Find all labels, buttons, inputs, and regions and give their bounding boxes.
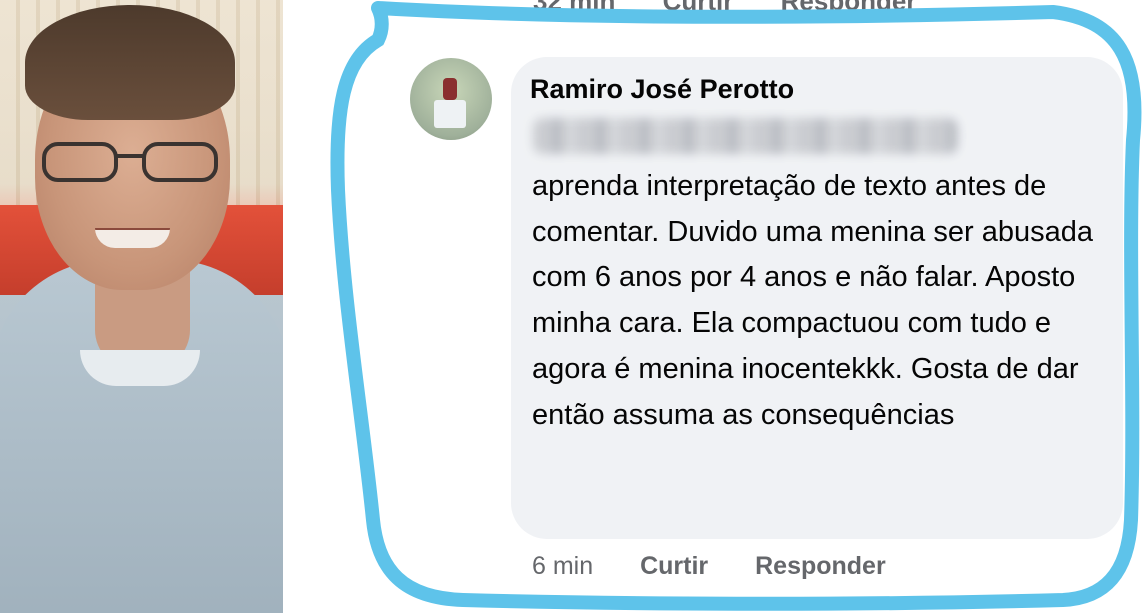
photo-collar [80, 350, 200, 386]
comment-text: aprenda interpretação de texto antes de … [532, 170, 1093, 431]
previous-comment-time: 32 min [533, 0, 616, 16]
comment-time[interactable]: 6 min [532, 552, 593, 580]
comment-author[interactable]: Ramiro José Perotto [530, 74, 794, 105]
like-button[interactable]: Curtir [640, 552, 708, 580]
previous-like-button[interactable]: Curtir [663, 0, 734, 16]
avatar-figure [443, 78, 457, 100]
photo-smile [95, 228, 170, 248]
previous-reply-button[interactable]: Responder [781, 0, 917, 16]
profile-photo [0, 0, 283, 613]
previous-comment-actions: 32 min Curtir Responder [533, 0, 956, 17]
reply-button[interactable]: Responder [755, 552, 886, 580]
avatar[interactable] [410, 58, 492, 140]
glasses-icon [42, 142, 218, 182]
avatar-base [434, 100, 466, 128]
blurred-text [533, 118, 958, 154]
comment-actions: 6 min Curtir Responder [532, 552, 926, 581]
comment-thread: 32 min Curtir Responder Ramiro José Pero… [283, 0, 1144, 613]
photo-hair [25, 5, 235, 120]
